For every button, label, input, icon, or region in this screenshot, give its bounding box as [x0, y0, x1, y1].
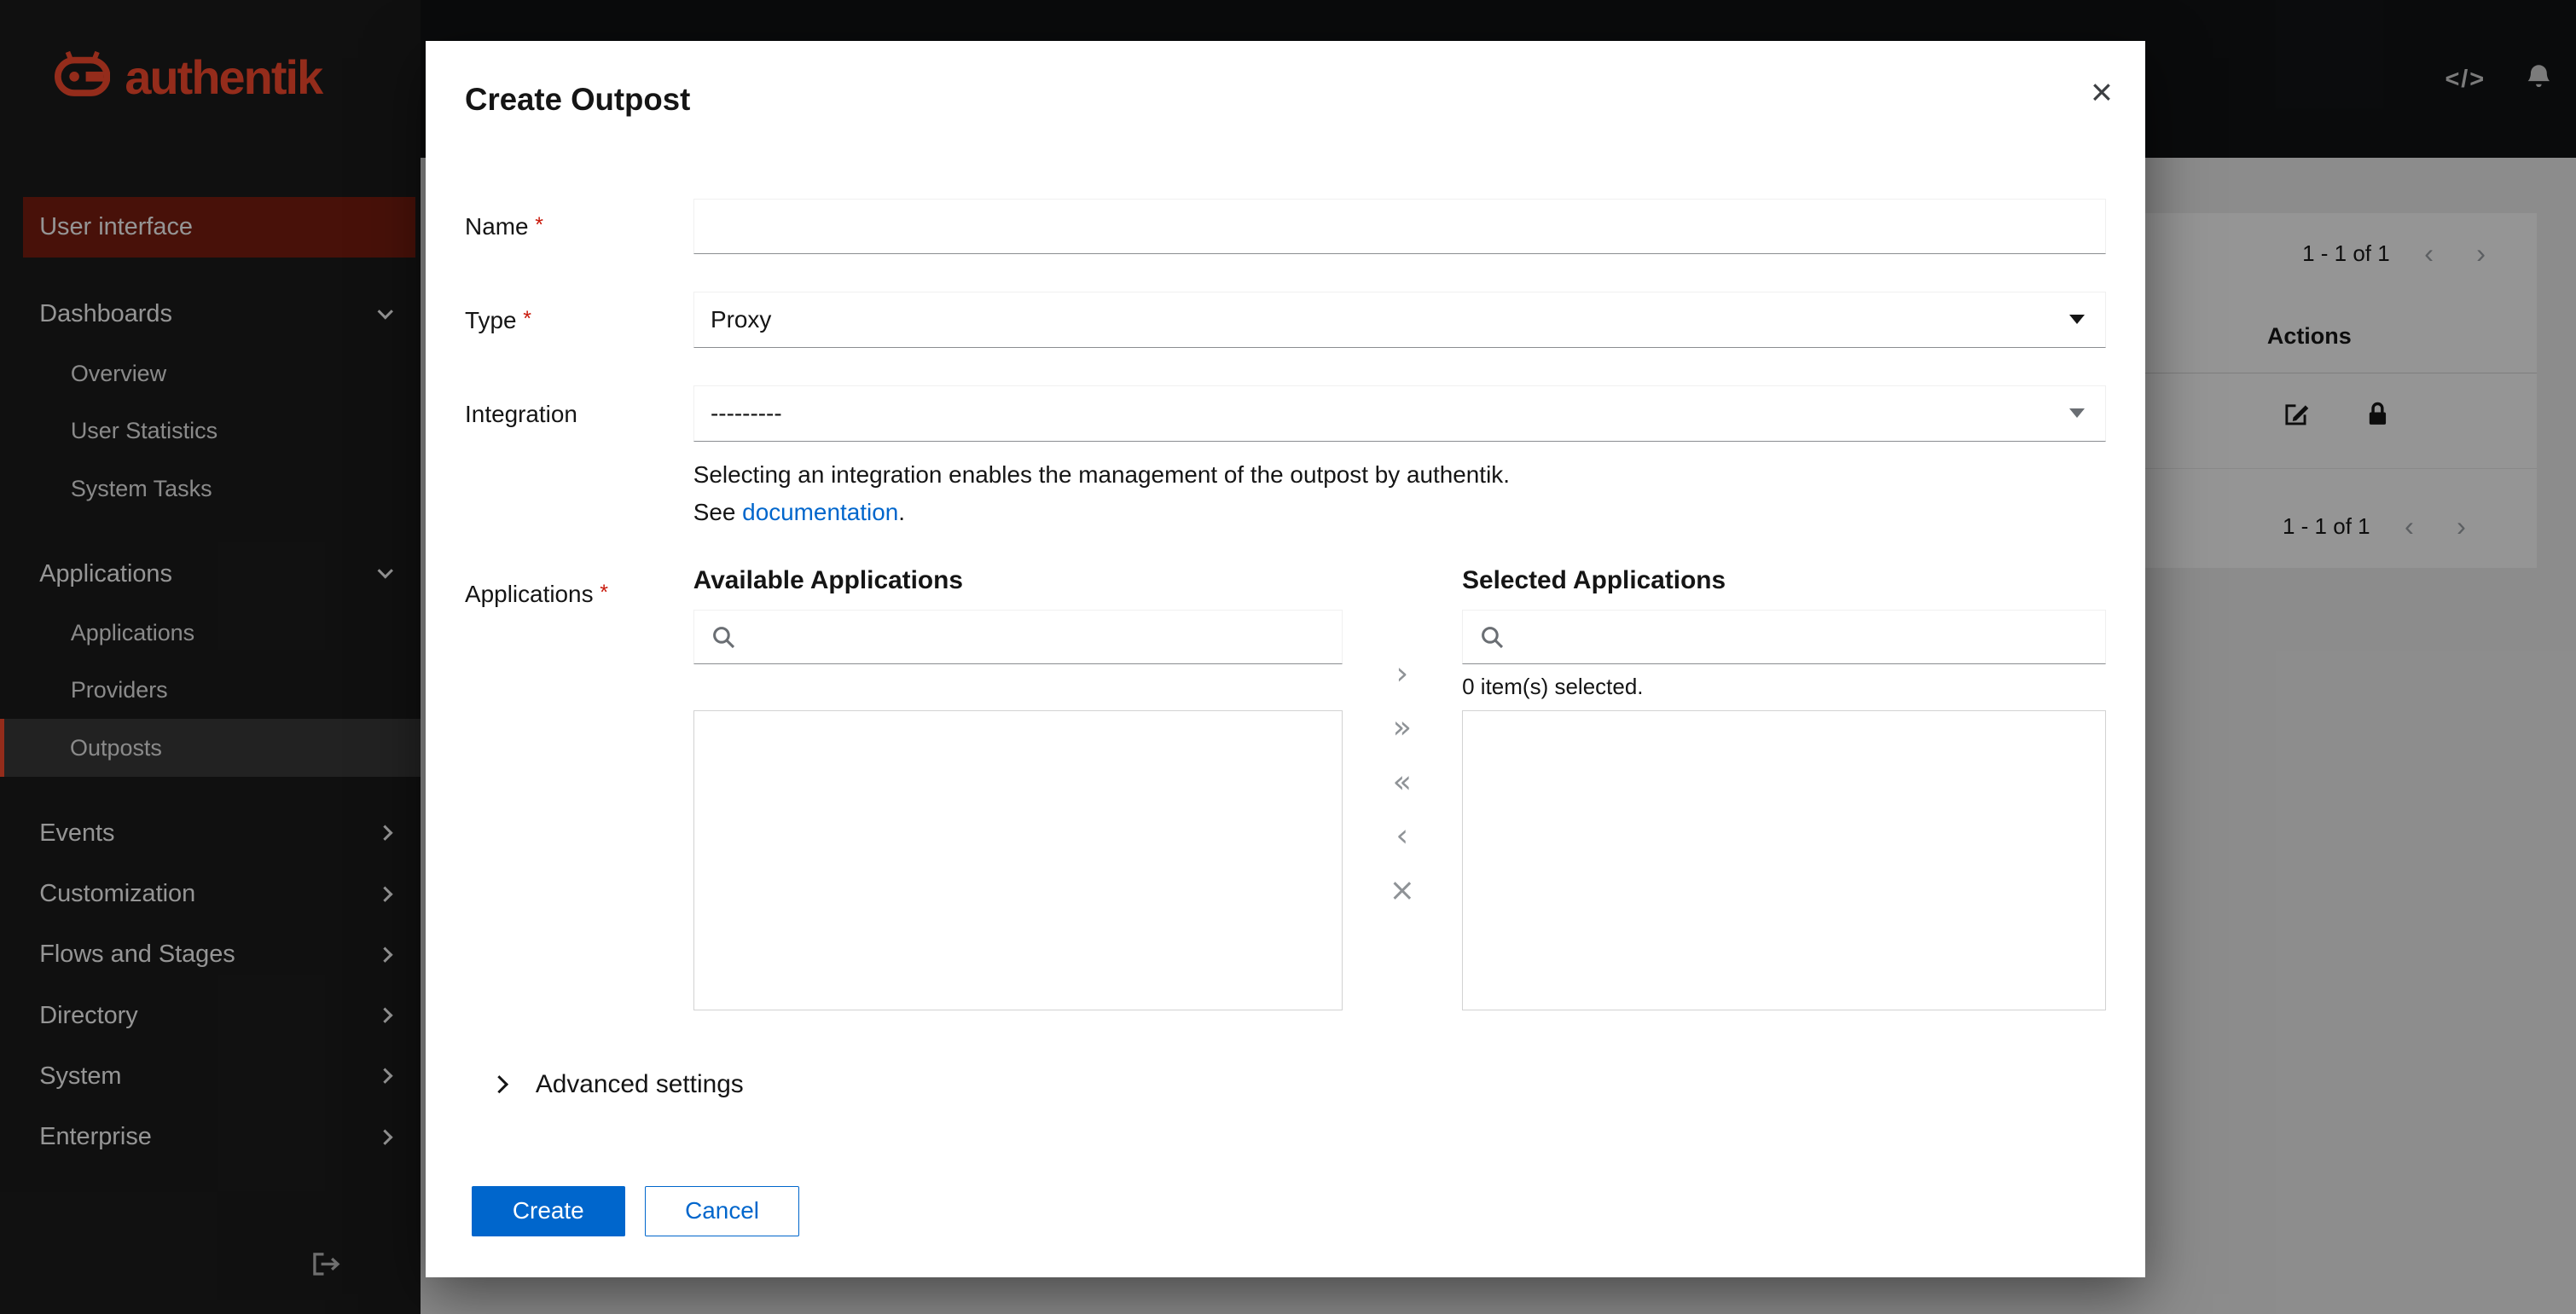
advanced-settings-toggle[interactable]: Advanced settings: [465, 1070, 2106, 1099]
type-label: Type*: [465, 292, 693, 347]
modal-body: Name* Type* Proxy In: [426, 148, 2146, 1186]
available-search-input[interactable]: [693, 610, 1343, 664]
modal-title: Create Outpost: [465, 82, 690, 117]
modal-footer: Create Cancel: [426, 1186, 2146, 1278]
advanced-settings-label: Advanced settings: [536, 1070, 744, 1099]
type-select-value: Proxy: [693, 292, 2106, 347]
required-mark: *: [600, 581, 608, 605]
dual-list-selector: Available Applications › » «: [693, 566, 2106, 1010]
selected-pane-title: Selected Applications: [1462, 566, 2106, 595]
name-label: Name*: [465, 199, 693, 254]
integration-select[interactable]: ---------: [693, 385, 2106, 441]
required-mark: *: [523, 307, 531, 331]
required-mark: *: [535, 213, 543, 237]
available-status-spacer: [693, 664, 1343, 710]
name-input[interactable]: [693, 199, 2106, 254]
integration-field-row: Integration --------- Selecting an integ…: [465, 385, 2106, 531]
selected-count-status: 0 item(s) selected.: [1462, 664, 2106, 710]
selected-listbox[interactable]: [1462, 710, 2106, 1010]
name-field-row: Name*: [465, 199, 2106, 254]
screen: </> authentik User interf: [0, 0, 2576, 1314]
create-button[interactable]: Create: [472, 1186, 625, 1237]
integration-help-text: Selecting an integration enables the man…: [693, 456, 2106, 532]
available-pane: Available Applications: [693, 566, 1343, 1010]
add-selected-button[interactable]: ›: [1386, 658, 1419, 690]
applications-field-row: Applications* Available Applications: [465, 566, 2106, 1010]
dual-list-controls: › » « ‹ ×: [1343, 566, 1463, 1010]
remove-all-button[interactable]: «: [1383, 767, 1421, 798]
available-search: [693, 610, 1343, 664]
cancel-button[interactable]: Cancel: [645, 1186, 799, 1237]
type-field-row: Type* Proxy: [465, 292, 2106, 347]
remove-selected-button[interactable]: ‹: [1386, 820, 1419, 852]
chevron-right-icon: [490, 1075, 509, 1094]
selected-search: [1462, 610, 2106, 664]
selected-pane: Selected Applications 0 item(s) selected…: [1462, 566, 2106, 1010]
create-outpost-modal: Create Outpost × Name* Type* Proxy: [426, 41, 2146, 1277]
selected-search-input[interactable]: [1462, 610, 2106, 664]
available-pane-title: Available Applications: [693, 566, 1343, 595]
caret-down-icon: [2069, 315, 2085, 324]
modal-header: Create Outpost ×: [426, 41, 2146, 148]
close-icon[interactable]: ×: [2091, 74, 2113, 112]
search-icon: [1480, 625, 1505, 650]
integration-select-value: ---------: [693, 385, 2106, 441]
available-listbox[interactable]: [693, 710, 1343, 1010]
caret-down-icon: [2069, 408, 2085, 418]
applications-label: Applications*: [465, 566, 693, 1010]
documentation-link[interactable]: documentation: [742, 499, 898, 525]
type-select[interactable]: Proxy: [693, 292, 2106, 347]
integration-label: Integration: [465, 385, 693, 531]
add-all-button[interactable]: »: [1383, 712, 1421, 744]
search-icon: [711, 625, 736, 650]
delete-selected-button[interactable]: ×: [1379, 875, 1425, 906]
